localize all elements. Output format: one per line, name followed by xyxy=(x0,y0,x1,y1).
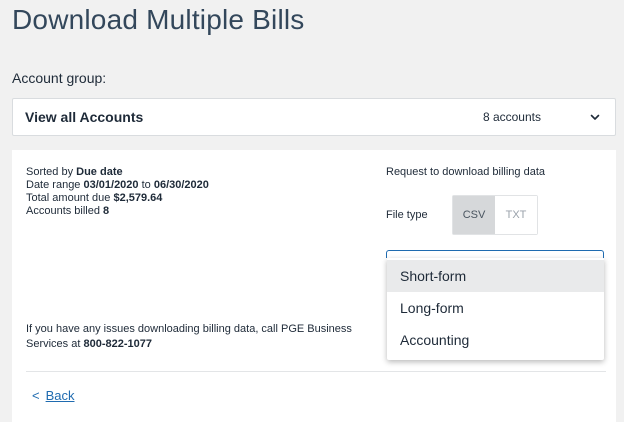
account-group-select[interactable]: View all Accounts 8 accounts xyxy=(12,98,616,136)
file-type-txt-button[interactable]: TXT xyxy=(495,196,537,234)
accounts-billed-value: 8 xyxy=(103,205,110,217)
help-text: If you have any issues downloading billi… xyxy=(26,323,352,350)
file-type-csv-button[interactable]: CSV xyxy=(453,196,495,234)
format-option-accounting[interactable]: Accounting xyxy=(387,324,604,356)
account-group-selected-value: View all Accounts xyxy=(25,109,144,125)
help-phone: 800-822-1077 xyxy=(83,338,152,350)
chevron-left-icon: < xyxy=(32,388,40,403)
date-range-start: 03/01/2020 xyxy=(83,179,139,191)
total-due-row: Total amount due $2,579.64 xyxy=(26,192,163,204)
sorted-by-value: Due date xyxy=(76,166,123,178)
file-type-label: File type xyxy=(386,209,428,221)
total-due-value: $2,579.64 xyxy=(113,192,163,204)
accounts-billed-row: Accounts billed 8 xyxy=(26,205,110,217)
date-range-end: 06/30/2020 xyxy=(153,179,209,191)
back-link[interactable]: < Back xyxy=(32,388,75,403)
billing-summary: Sorted by Due date Date range 03/01/2020… xyxy=(26,166,209,218)
date-range-row: Date range 03/01/2020 to 06/30/2020 xyxy=(26,179,209,191)
format-dropdown-menu: Short-form Long-form Accounting xyxy=(387,258,604,360)
divider xyxy=(26,371,606,372)
account-count: 8 accounts xyxy=(482,110,541,124)
request-download-label: Request to download billing data xyxy=(386,166,546,178)
file-type-toggle: CSV TXT xyxy=(452,195,538,235)
format-select[interactable] xyxy=(386,250,604,258)
chevron-down-icon xyxy=(590,114,600,120)
account-group-label: Account group: xyxy=(12,70,107,86)
page-title: Download Multiple Bills xyxy=(12,4,305,35)
format-option-short-form[interactable]: Short-form xyxy=(387,260,604,292)
back-label: Back xyxy=(45,388,75,403)
sorted-by-row: Sorted by Due date xyxy=(26,166,123,178)
format-option-long-form[interactable]: Long-form xyxy=(387,292,604,324)
